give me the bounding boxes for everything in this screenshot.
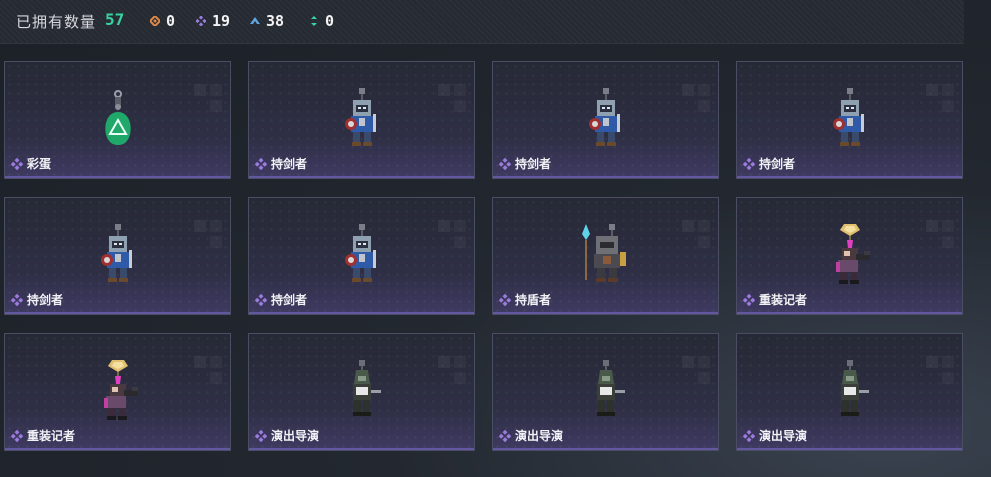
- card-name: 持剑者: [515, 157, 552, 171]
- reporter-charm-image: [88, 360, 148, 430]
- card-name: 重装记者: [27, 429, 76, 443]
- item-card[interactable]: 持剑者: [736, 61, 963, 179]
- stat-purple-value: 19: [212, 12, 231, 30]
- item-card[interactable]: 持剑者: [492, 61, 719, 179]
- item-card[interactable]: 持剑者: [4, 197, 231, 315]
- purple-diamond-icon: [196, 16, 206, 26]
- card-label: 重装记者: [11, 427, 75, 444]
- item-card[interactable]: 持剑者: [248, 197, 475, 315]
- card-name: 持盾者: [515, 293, 552, 307]
- card-name: 演出导演: [759, 429, 808, 443]
- green-arrows-icon: [311, 16, 317, 26]
- card-name: 演出导演: [271, 429, 320, 443]
- card-name: 持剑者: [27, 293, 64, 307]
- card-label: 持剑者: [11, 291, 63, 308]
- card-pattern: [194, 220, 224, 262]
- rarity-diamond-icon: [743, 293, 755, 306]
- card-pattern: [194, 84, 224, 126]
- director-charm-image: [576, 360, 636, 430]
- card-label: 持剑者: [255, 155, 307, 172]
- item-card[interactable]: 演出导演: [248, 333, 475, 451]
- rarity-diamond-icon: [743, 429, 755, 442]
- card-name: 持剑者: [271, 293, 308, 307]
- item-card[interactable]: 持盾者: [492, 197, 719, 315]
- rarity-diamond-icon: [499, 157, 511, 170]
- card-pattern: [682, 220, 712, 262]
- shield-charm-image: [576, 224, 636, 294]
- inventory-header: 已拥有数量 57 0 19 38 0: [0, 0, 964, 44]
- knight-charm-image: [820, 88, 880, 158]
- card-label: 持盾者: [499, 291, 551, 308]
- item-card[interactable]: 持剑者: [248, 61, 475, 179]
- rarity-diamond-icon: [255, 293, 267, 306]
- card-label: 演出导演: [743, 427, 807, 444]
- item-card[interactable]: 演出导演: [492, 333, 719, 451]
- card-label: 演出导演: [499, 427, 563, 444]
- owned-count-value: 57: [105, 10, 125, 29]
- stat-orange: 0: [150, 12, 175, 30]
- card-pattern: [926, 356, 956, 398]
- rarity-diamond-icon: [11, 429, 23, 442]
- item-card[interactable]: 重装记者: [4, 333, 231, 451]
- knight-charm-image: [88, 224, 148, 294]
- item-card[interactable]: 彩蛋: [4, 61, 231, 179]
- card-label: 持剑者: [499, 155, 551, 172]
- stat-orange-value: 0: [166, 12, 176, 30]
- card-pattern: [682, 356, 712, 398]
- egg-charm-image: [88, 88, 148, 158]
- card-label: 彩蛋: [11, 155, 51, 172]
- item-card[interactable]: 演出导演: [736, 333, 963, 451]
- stat-purple: 19: [196, 12, 230, 30]
- orange-diamond-icon: [150, 16, 160, 26]
- blue-arrow-icon: [250, 17, 260, 24]
- stat-blue: 38: [250, 12, 284, 30]
- card-pattern: [194, 356, 224, 398]
- rarity-diamond-icon: [255, 429, 267, 442]
- card-pattern: [438, 220, 468, 262]
- card-name: 演出导演: [515, 429, 564, 443]
- stat-green: 0: [309, 12, 334, 30]
- stat-green-value: 0: [325, 12, 335, 30]
- card-pattern: [926, 220, 956, 262]
- stat-blue-value: 38: [266, 12, 285, 30]
- director-charm-image: [332, 360, 392, 430]
- rarity-diamond-icon: [11, 157, 23, 170]
- rarity-diamond-icon: [743, 157, 755, 170]
- card-name: 持剑者: [759, 157, 796, 171]
- card-label: 持剑者: [743, 155, 795, 172]
- director-charm-image: [820, 360, 880, 430]
- card-pattern: [926, 84, 956, 126]
- card-label: 持剑者: [255, 291, 307, 308]
- owned-count-label: 已拥有数量: [16, 13, 97, 31]
- item-card[interactable]: 重装记者: [736, 197, 963, 315]
- card-label: 重装记者: [743, 291, 807, 308]
- card-pattern: [438, 356, 468, 398]
- rarity-diamond-icon: [499, 293, 511, 306]
- rarity-diamond-icon: [11, 293, 23, 306]
- knight-charm-image: [576, 88, 636, 158]
- card-name: 持剑者: [271, 157, 308, 171]
- knight-charm-image: [332, 224, 392, 294]
- card-pattern: [438, 84, 468, 126]
- knight-charm-image: [332, 88, 392, 158]
- reporter-charm-image: [820, 224, 880, 294]
- rarity-diamond-icon: [255, 157, 267, 170]
- rarity-diamond-icon: [499, 429, 511, 442]
- card-label: 演出导演: [255, 427, 319, 444]
- card-name: 重装记者: [759, 293, 808, 307]
- card-pattern: [682, 84, 712, 126]
- card-name: 彩蛋: [27, 157, 52, 171]
